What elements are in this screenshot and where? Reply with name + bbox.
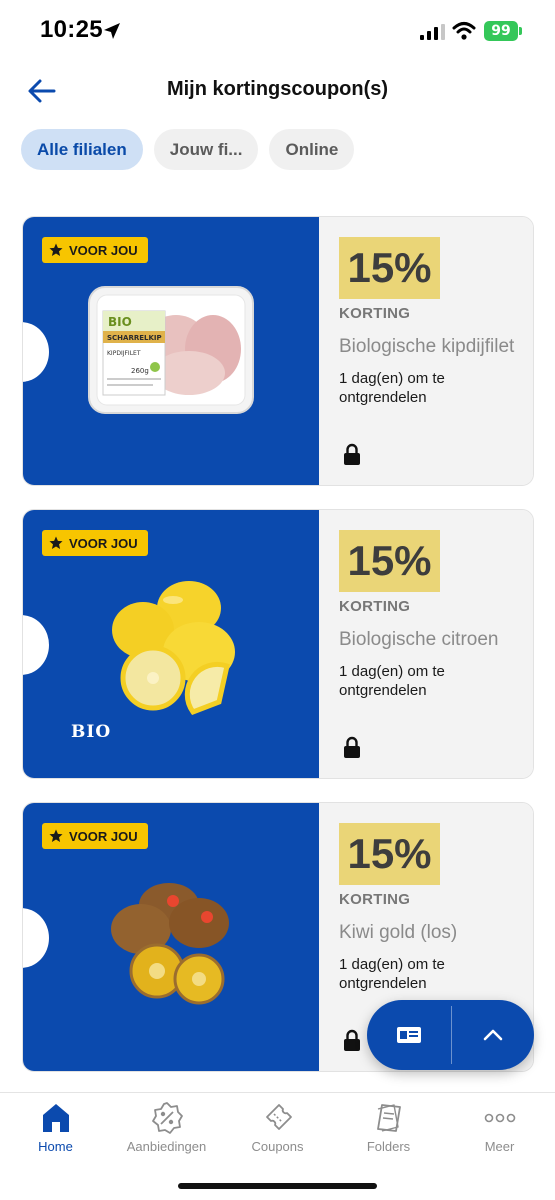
voor-jou-badge: VOOR JOU [42,823,148,849]
discount-box: 15% [339,823,440,885]
unlock-countdown: 1 dag(en) om te ontgrendelen [339,370,445,406]
nav-item-coupons[interactable]: Coupons [222,1101,333,1154]
coupon-image-panel: VOOR JOU BIO SCHARRELKIP KIPDIJFILET 260… [23,217,319,485]
product-name: Biologische citroen [339,629,499,650]
coupon-card[interactable]: VOOR JOU BIO 15% KORTING Biologische cit… [22,509,534,779]
home-indicator [178,1183,377,1189]
coupon-info-panel: 15% KORTING Biologische kipdijfilet 1 da… [319,217,533,485]
floating-action-bar [367,1000,534,1070]
coupon-notch [23,908,49,968]
battery-nub [519,27,522,35]
nav-label: Folders [366,1139,411,1154]
cellular-signal-icon [420,24,445,40]
loyalty-card-button[interactable] [367,1000,451,1070]
bio-organic-logo: BIO [71,722,112,742]
chevron-up-icon [483,1029,503,1041]
unlock-countdown: 1 dag(en) om te ontgrendelen [339,956,445,992]
unlock-countdown: 1 dag(en) om te ontgrendelen [339,663,445,699]
nav-item-meer[interactable]: Meer [444,1101,555,1154]
battery-level: 99 [491,23,511,39]
nav-item-home[interactable]: Home [0,1101,111,1154]
coupon-image-panel: VOOR JOU BIO [23,510,319,778]
nav-label: Coupons [251,1139,304,1154]
nav-label: Aanbiedingen [126,1139,207,1154]
voor-jou-badge: VOOR JOU [42,530,148,556]
product-name: Kiwi gold (los) [339,922,458,943]
coupon-notch [23,322,49,382]
korting-label: KORTING [339,305,411,322]
filter-chips: Alle filialen Jouw fi... Online [21,129,355,170]
coupon-notch [23,615,49,675]
coupon-card[interactable]: VOOR JOU BIO SCHARRELKIP KIPDIJFILET 260… [22,216,534,486]
package-type: SCHARRELKIP [107,334,162,342]
filter-online[interactable]: Online [269,129,355,170]
lock-icon [344,736,360,758]
nav-item-aanbiedingen[interactable]: Aanbiedingen [111,1101,222,1154]
page-title: Mijn kortingscoupon(s) [166,78,389,100]
package-brand: BIO [108,315,132,329]
lemons-image [112,581,235,716]
product-name: Biologische kipdijfilet [339,336,515,357]
package-product: KIPDIJFILET [107,350,141,357]
discount-box: 15% [339,530,440,592]
badge-label: VOOR JOU [69,242,138,258]
badge-label: VOOR JOU [69,535,138,551]
voor-jou-badge: VOOR JOU [42,237,148,263]
location-arrow-icon [104,23,120,39]
loyalty-card-icon [397,1027,421,1043]
battery-indicator: 99 [484,21,518,41]
wifi-icon [452,22,476,40]
filter-your-store[interactable]: Jouw fi... [153,129,259,170]
ticket-icon [265,1104,292,1130]
nav-label: Home [38,1139,73,1154]
lock-icon [344,1029,360,1051]
discount-badge-icon [151,1102,183,1134]
scroll-top-button[interactable] [452,1000,534,1070]
home-icon [42,1104,69,1132]
discount-box: 15% [339,237,440,299]
package-weight: 260g [131,367,149,375]
folder-pages-icon [376,1104,401,1132]
star-icon [49,829,63,842]
star-icon [49,536,63,549]
more-dots-icon [484,1113,515,1123]
korting-label: KORTING [339,598,411,615]
gold-kiwis-image [111,883,229,1005]
star-icon [49,243,63,256]
filter-all-stores[interactable]: Alle filialen [21,129,143,170]
nav-item-folders[interactable]: Folders [333,1101,444,1154]
lock-icon [344,443,360,465]
korting-label: KORTING [339,891,411,908]
coupon-image-panel: VOOR JOU [23,803,319,1071]
nav-label: Meer [484,1139,515,1154]
chicken-package-image: BIO SCHARRELKIP KIPDIJFILET 260g [88,286,254,414]
status-bar: 10:25 99 [0,0,555,62]
coupon-info-panel: 15% KORTING Biologische citroen 1 dag(en… [319,510,533,778]
status-time: 10:25 [40,16,103,43]
badge-label: VOOR JOU [69,828,138,844]
